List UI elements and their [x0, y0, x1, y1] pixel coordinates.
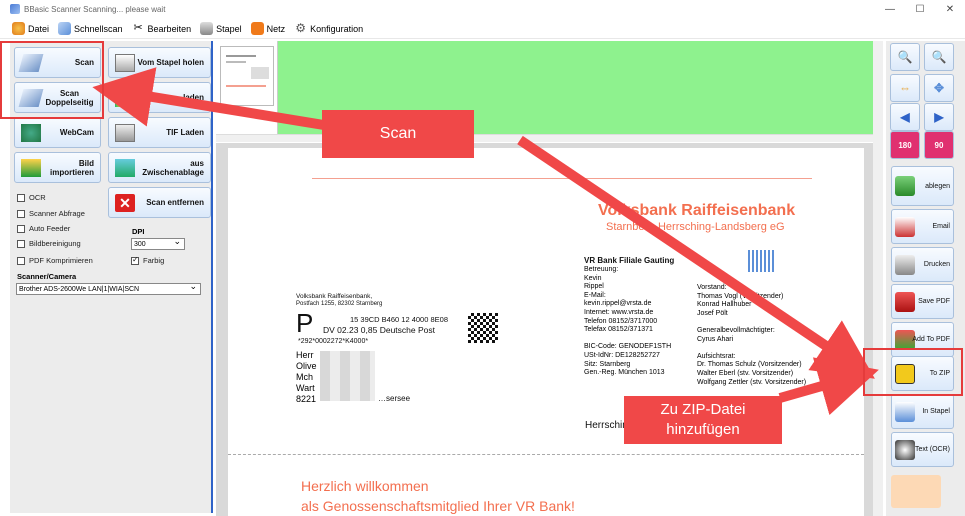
scan-highlight: [0, 41, 104, 119]
zip-arrow: [778, 357, 879, 416]
diagonal-arrow: [517, 135, 875, 379]
zip-highlight: [863, 348, 963, 396]
scan-arrow: [92, 67, 331, 131]
zip-callout: Zu ZIP-Datei hinzufügen: [624, 396, 782, 444]
scan-callout: Scan: [322, 110, 474, 158]
annotation-overlay: [92, 67, 879, 416]
